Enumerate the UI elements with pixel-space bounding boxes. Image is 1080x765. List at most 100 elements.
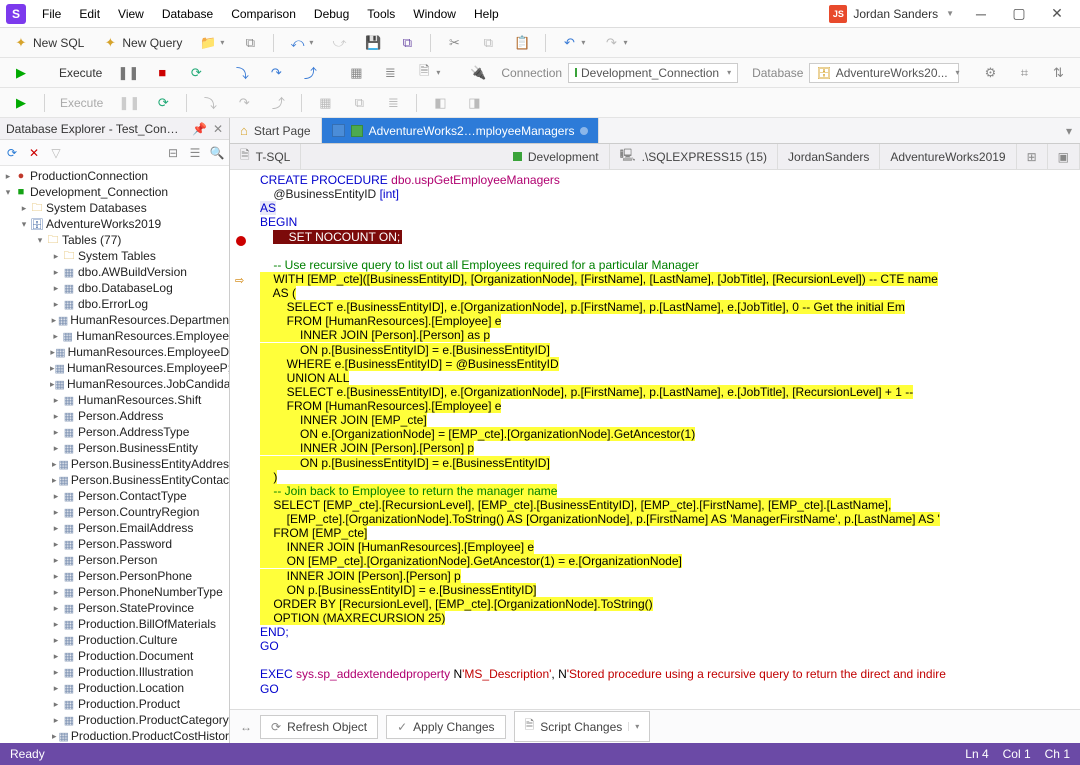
run-button[interactable]: ▶ [6,61,36,85]
table-node[interactable]: ▸▦HumanResources.EmployeeP; [0,360,229,376]
server-chip[interactable]: 🖳.\SQLEXPRESS15 (15) [610,144,778,169]
menu-window[interactable]: Window [405,3,464,25]
stop-button[interactable]: ■ [147,61,177,85]
user-name[interactable]: Jordan Sanders [853,7,938,21]
dbg-8[interactable]: ◨ [459,91,489,115]
menu-help[interactable]: Help [466,3,507,25]
debug-stop[interactable]: ⟳ [148,91,178,115]
table-node[interactable]: ▸▦Production.Product [0,696,229,712]
layout-btn[interactable]: ⊞ [1017,144,1048,169]
table-node[interactable]: ▸▦Person.ContactType [0,488,229,504]
debug-pause[interactable]: ❚❚ [114,91,144,115]
menu-debug[interactable]: Debug [306,3,357,25]
step-in[interactable]: ⤵ [227,61,257,85]
table-node[interactable]: ▸▦HumanResources.Shift [0,392,229,408]
menu-file[interactable]: File [34,3,69,25]
apply-changes-button[interactable]: ✓Apply Changes [386,715,505,739]
table-node[interactable]: ▸▦Production.BillOfMaterials [0,616,229,632]
table-node[interactable]: ▸▦Person.EmailAddress [0,520,229,536]
table-node[interactable]: ▸▦HumanResources.Employee [0,328,229,344]
nav-fwd[interactable]: ⤻ [324,31,354,55]
save-all[interactable]: ⧉ [392,31,422,55]
refresh-object-button[interactable]: ⟳Refresh Object [260,715,378,739]
db-chip[interactable]: AdventureWorks2019 [880,144,1016,169]
undo-button[interactable]: ↶▾ [554,31,592,55]
tool-b[interactable]: ⌗ [1009,61,1039,85]
table-node[interactable]: ▸▦Production.Location [0,680,229,696]
save-disk[interactable]: 💾 [358,31,388,55]
text-btn[interactable]: ≣ [375,61,405,85]
execute-button[interactable]: Execute [52,62,109,84]
tool-c[interactable]: ⇅ [1043,61,1073,85]
user-chip[interactable]: JordanSanders [778,144,880,169]
table-node[interactable]: ▸▦Person.StateProvince [0,600,229,616]
connection-dropdown[interactable]: Development_Connection▾ [568,63,738,83]
lang-chip[interactable]: 🗎T-SQL [230,144,301,169]
tab-menu[interactable]: ▾ [1058,118,1080,143]
table-node[interactable]: ▸▦Person.BusinessEntity [0,440,229,456]
script-changes-button[interactable]: 🗎Script Changes▾ [514,711,651,742]
props-icon[interactable]: ☰ [187,145,203,161]
debug-execute[interactable]: Execute [53,92,110,114]
maximize-button[interactable]: ▢ [1002,4,1036,24]
tab-start-page[interactable]: ⌂Start Page [230,118,322,143]
breakpoint-icon[interactable] [236,236,246,246]
table-node[interactable]: ▸▦Production.Illustration [0,664,229,680]
table-node[interactable]: ▸▦Person.CountryRegion [0,504,229,520]
table-node[interactable]: ▸▦Person.BusinessEntityAddres [0,456,229,472]
code-editor[interactable]: ⇨ CREATE PROCEDURE dbo.uspGetEmployeeMan… [230,170,1080,709]
save-button[interactable]: ⧉ [235,31,265,55]
dbg-6[interactable]: ≣ [378,91,408,115]
table-node[interactable]: ▸▦HumanResources.EmployeeD [0,344,229,360]
cut-button[interactable]: ✂ [439,31,469,55]
dbg-4[interactable]: ▦ [310,91,340,115]
filter-icon[interactable]: ▽ [48,145,64,161]
database-dropdown[interactable]: 🗄AdventureWorks20...▾ [809,63,959,83]
dbg-1[interactable]: ⤵ [195,91,225,115]
collapse-icon[interactable]: ⊟ [165,145,181,161]
tool-a[interactable]: ⚙ [975,61,1005,85]
conn-icon-btn[interactable]: 🔌 [463,61,493,85]
table-node[interactable]: ▸▦dbo.ErrorLog [0,296,229,312]
table-node[interactable]: ▸▦HumanResources.JobCandida [0,376,229,392]
table-node[interactable]: ▸▦dbo.AWBuildVersion [0,264,229,280]
dbg-7[interactable]: ◧ [425,91,455,115]
debug-run[interactable]: ▶ [6,91,36,115]
table-node[interactable]: ▸▦Production.Culture [0,632,229,648]
tree-view[interactable]: ▸●ProductionConnection ▾■Development_Con… [0,166,229,743]
step-over[interactable]: ↷ [261,61,291,85]
copy-button[interactable]: ⧉ [473,31,503,55]
menu-database[interactable]: Database [154,3,221,25]
search-icon[interactable]: 🔍 [209,145,225,161]
new-query-button[interactable]: ✦New Query [95,31,189,55]
table-node[interactable]: ▸▦Person.AddressType [0,424,229,440]
table-node[interactable]: ▸▦Production.Document [0,648,229,664]
open-dropdown[interactable]: 📁▾ [193,31,231,55]
dbg-5[interactable]: ⧉ [344,91,374,115]
table-node[interactable]: ▸▦Person.Person [0,552,229,568]
menu-tools[interactable]: Tools [359,3,403,25]
table-node[interactable]: ▸▦Production.ProductCostHistor [0,728,229,743]
table-node[interactable]: ▸▦Person.Password [0,536,229,552]
refresh-icon[interactable]: ⟳ [4,145,20,161]
nav-back[interactable]: ⤺▾ [282,31,320,55]
close-icon[interactable]: ✕ [213,122,223,136]
table-node[interactable]: ▸▦Person.Address [0,408,229,424]
tab-document[interactable]: AdventureWorks2…mployeeManagers [322,118,600,143]
table-node[interactable]: ▸▦HumanResources.Departmen [0,312,229,328]
table-node[interactable]: ▸▦Person.PersonPhone [0,568,229,584]
menu-comparison[interactable]: Comparison [223,3,304,25]
pause-button[interactable]: ❚❚ [113,61,143,85]
table-node[interactable]: ▸▦dbo.DatabaseLog [0,280,229,296]
dbg-2[interactable]: ↷ [229,91,259,115]
step-out[interactable]: ⤴ [295,61,325,85]
file-btn[interactable]: 🗎▾ [409,61,447,85]
redo-button[interactable]: ↷▾ [596,31,634,55]
close-button[interactable]: ✕ [1040,4,1074,24]
pin-icon[interactable]: 📌 [192,122,207,136]
grid-btn[interactable]: ▦ [341,61,371,85]
new-sql-button[interactable]: ✦New SQL [6,31,91,55]
env-chip[interactable]: Development [503,144,610,169]
max-btn[interactable]: ▣ [1048,144,1080,169]
minimize-button[interactable]: ─ [964,4,998,24]
